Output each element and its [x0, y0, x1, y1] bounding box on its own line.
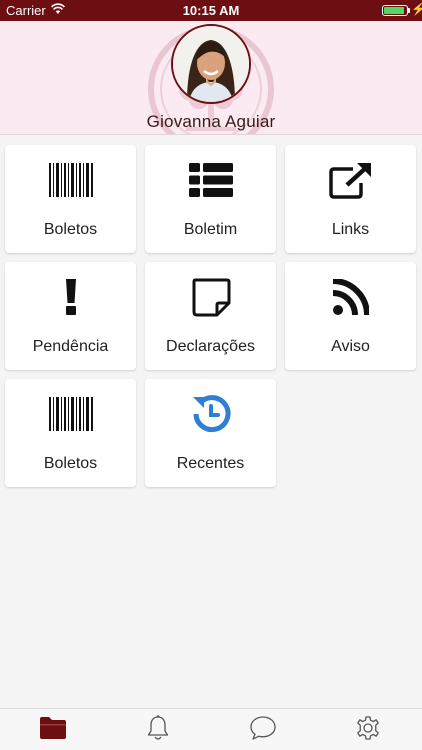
battery-icon	[382, 5, 408, 16]
tile-boletos-2[interactable]: Boletos	[5, 379, 136, 487]
tile-label: Recentes	[176, 455, 245, 472]
barcode-icon	[5, 160, 136, 200]
tab-bar	[0, 708, 422, 750]
tile-aviso[interactable]: Aviso	[285, 262, 416, 370]
user-name: Giovanna Aguiar	[146, 112, 276, 131]
tile-boletim[interactable]: Boletim	[145, 145, 276, 253]
exclamation-icon	[5, 277, 136, 317]
tile-label: Boletos	[43, 221, 98, 238]
chat-icon	[249, 715, 277, 746]
list-icon	[145, 160, 276, 200]
sticky-note-icon	[145, 277, 276, 317]
tile-label: Pendência	[32, 338, 109, 355]
tile-label: Declarações	[166, 338, 255, 355]
rss-icon	[285, 277, 416, 317]
tile-declaracoes[interactable]: Declarações	[145, 262, 276, 370]
clock: 10:15 AM	[182, 3, 240, 18]
settings-icon	[355, 715, 381, 746]
charging-icon: ⚡	[411, 2, 422, 16]
folder-icon	[39, 716, 67, 745]
tile-label: Boletos	[43, 455, 98, 472]
history-icon	[145, 394, 276, 434]
tile-label: Aviso	[331, 338, 370, 355]
tab-folder[interactable]	[0, 709, 105, 750]
tab-messages[interactable]	[210, 709, 315, 750]
tab-settings[interactable]	[315, 709, 420, 750]
tile-recentes[interactable]: Recentes	[145, 379, 276, 487]
avatar[interactable]	[171, 24, 251, 104]
battery-tip	[408, 8, 410, 13]
tile-label: Boletim	[183, 221, 238, 238]
tab-notifications[interactable]	[105, 709, 210, 750]
tile-links[interactable]: Links	[285, 145, 416, 253]
barcode-icon	[5, 394, 136, 434]
tile-boletos[interactable]: Boletos	[5, 145, 136, 253]
external-link-icon	[285, 160, 416, 200]
status-bar: Carrier 10:15 AM ⚡	[0, 0, 422, 21]
tile-pendencia[interactable]: Pendência	[5, 262, 136, 370]
bell-icon	[147, 714, 169, 746]
profile-header: Giovanna Aguiar	[0, 21, 422, 135]
tile-label: Links	[331, 221, 370, 238]
